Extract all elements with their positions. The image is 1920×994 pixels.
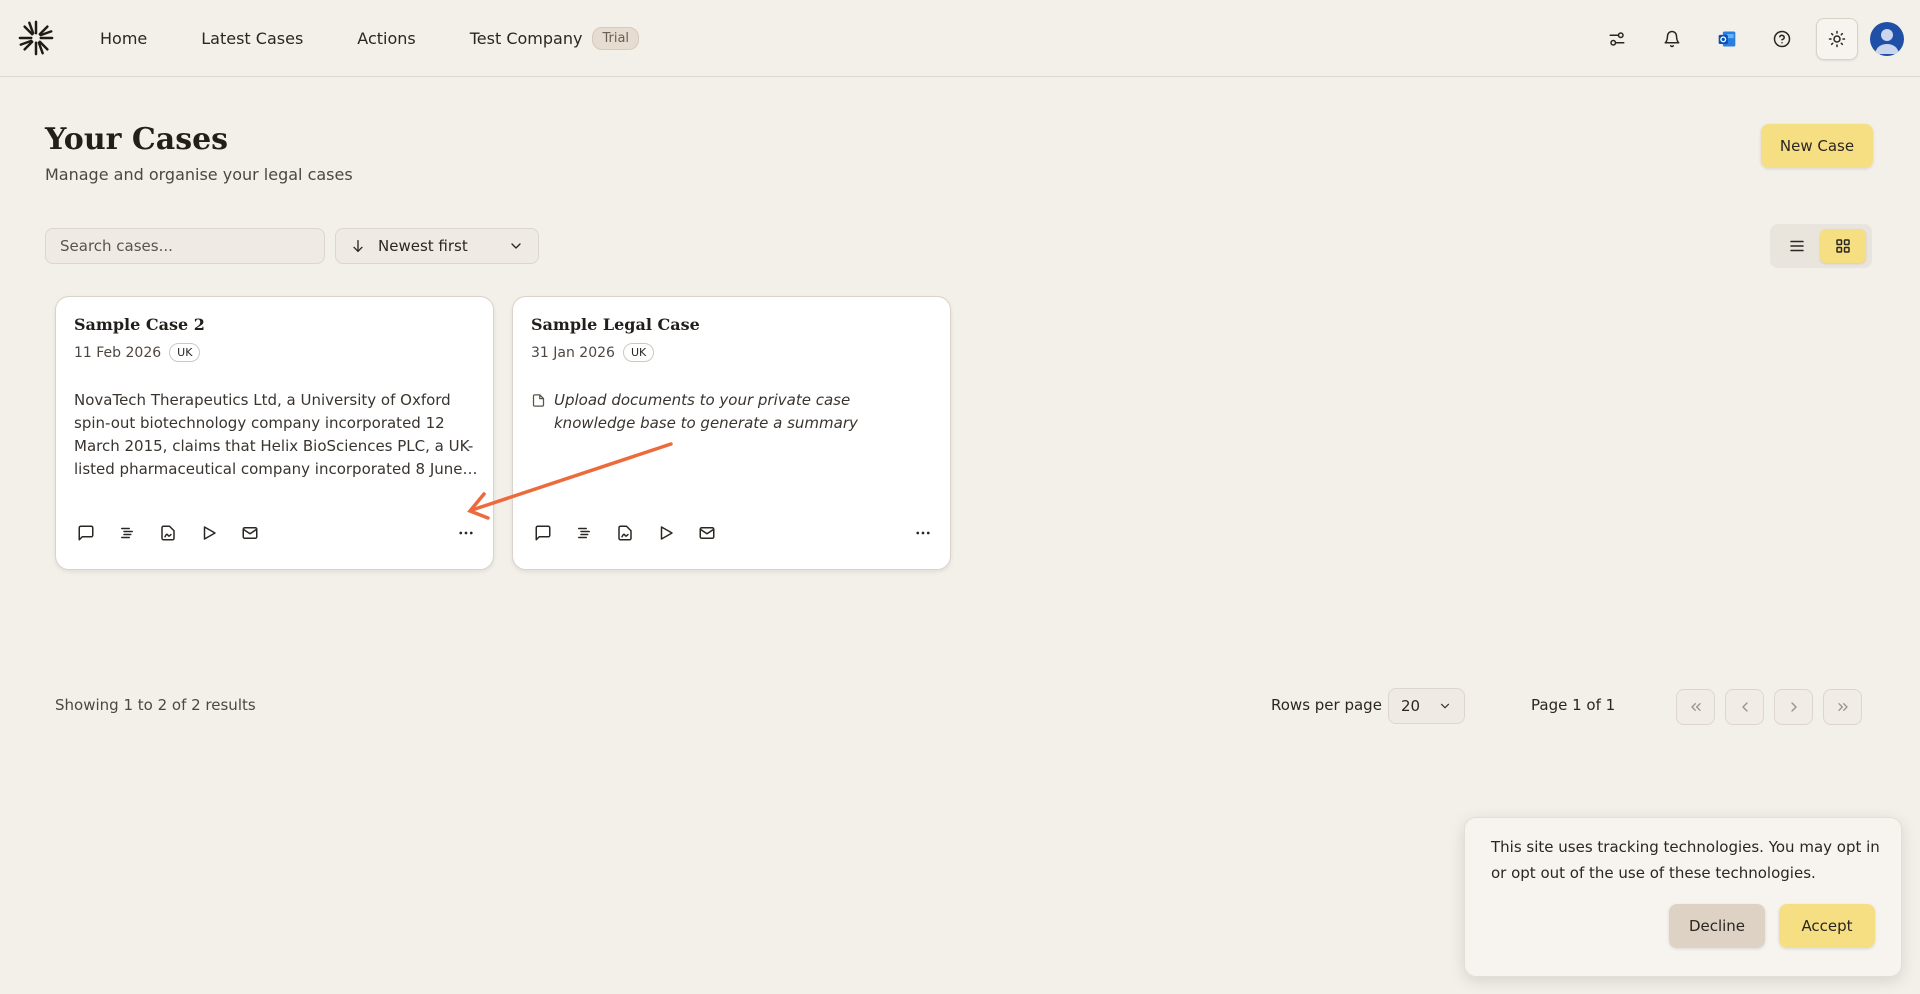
top-navigation: Home Latest Cases Actions Test Company T… (0, 0, 1920, 77)
header-icons (1583, 0, 1920, 77)
outline-button[interactable] (115, 521, 139, 545)
rows-per-page-select[interactable]: 20 (1388, 688, 1465, 724)
list-icon (1790, 240, 1804, 252)
sign-document-button[interactable] (156, 521, 180, 545)
nav-home[interactable]: Home (100, 29, 147, 48)
nav-company[interactable]: Test Company Trial (469, 27, 640, 50)
case-date: 11 Feb 2026 (74, 344, 162, 361)
nav-actions[interactable]: Actions (357, 29, 415, 48)
help-icon (1773, 30, 1791, 47)
logo-icon[interactable] (17, 19, 55, 57)
page-subtitle: Manage and organise your legal cases (45, 165, 353, 184)
mail-icon (699, 527, 715, 539)
play-icon (203, 526, 216, 540)
more-horizontal-icon (459, 531, 473, 535)
grid-view-button[interactable] (1820, 229, 1866, 263)
trial-badge: Trial (592, 27, 640, 50)
chevrons-right-icon (1837, 703, 1848, 711)
file-signature-icon (161, 525, 175, 541)
play-button[interactable] (654, 521, 678, 545)
notifications-button[interactable] (1651, 18, 1693, 60)
file-signature-icon (618, 525, 632, 541)
play-icon (660, 526, 673, 540)
chat-button[interactable] (74, 521, 98, 545)
previous-page-button[interactable] (1725, 689, 1764, 725)
message-square-icon (535, 525, 551, 541)
chevron-left-icon (1741, 702, 1748, 712)
accept-button[interactable]: Accept (1779, 904, 1875, 948)
user-icon (1875, 28, 1899, 54)
sort-label: Newest first (378, 237, 468, 255)
last-page-button[interactable] (1823, 689, 1862, 725)
more-options-button[interactable] (911, 521, 935, 545)
sliders-icon (1609, 31, 1625, 46)
page-info: Page 1 of 1 (1531, 696, 1616, 714)
filter-settings-button[interactable] (1596, 18, 1638, 60)
user-avatar[interactable] (1870, 21, 1904, 56)
next-page-button[interactable] (1774, 689, 1813, 725)
more-horizontal-icon (916, 531, 930, 535)
case-card[interactable]: Sample Case 2 11 Feb 2026 UK NovaTech Th… (55, 296, 494, 570)
case-card[interactable]: Sample Legal Case 31 Jan 2026 UK Upload … (512, 296, 951, 570)
file-icon (532, 394, 545, 407)
play-button[interactable] (197, 521, 221, 545)
results-summary: Showing 1 to 2 of 2 results (55, 696, 256, 714)
chevron-down-icon (1440, 703, 1450, 709)
view-toggle (1770, 224, 1872, 268)
case-description: NovaTech Therapeutics Ltd, a University … (74, 391, 474, 478)
region-badge: UK (169, 343, 201, 362)
nav-latest-cases[interactable]: Latest Cases (201, 29, 303, 48)
chevron-down-icon (511, 243, 521, 249)
theme-toggle-button[interactable] (1816, 17, 1858, 60)
new-case-button[interactable]: New Case (1761, 124, 1873, 168)
help-button[interactable] (1761, 18, 1803, 60)
email-button[interactable] (695, 521, 719, 545)
cookie-text: This site uses tracking technologies. Yo… (1491, 838, 1880, 882)
main-nav: Home Latest Cases Actions Test Company T… (100, 0, 693, 77)
sort-select[interactable]: Newest first (335, 228, 539, 264)
page-title: Your Cases (45, 122, 229, 157)
company-name: Test Company (469, 29, 583, 48)
cookie-banner: This site uses tracking technologies. Yo… (1464, 817, 1902, 977)
list-view-button[interactable] (1774, 229, 1820, 263)
chat-button[interactable] (531, 521, 555, 545)
first-page-button[interactable] (1676, 689, 1715, 725)
sun-icon (1828, 30, 1846, 47)
rows-per-page-label: Rows per page (1271, 696, 1382, 714)
case-meta: 11 Feb 2026 UK (74, 343, 201, 362)
decline-button[interactable]: Decline (1669, 904, 1765, 948)
region-badge: UK (622, 343, 655, 362)
more-options-button[interactable] (454, 521, 478, 545)
pager (1676, 689, 1862, 725)
outlook-icon (1718, 31, 1736, 46)
case-date: 31 Jan 2026 (531, 344, 615, 361)
case-meta: 31 Jan 2026 UK (531, 343, 655, 362)
arrow-down-icon (353, 240, 363, 252)
chevrons-left-icon (1690, 703, 1701, 711)
outlook-button[interactable] (1706, 18, 1748, 60)
bell-icon (1664, 30, 1680, 47)
sign-document-button[interactable] (613, 521, 637, 545)
text-outline-icon (121, 527, 133, 539)
mail-icon (242, 527, 258, 539)
text-outline-icon (578, 527, 590, 539)
rows-per-page-value: 20 (1401, 697, 1421, 715)
case-title: Sample Case 2 (74, 315, 205, 334)
empty-summary: Upload documents to your private case kn… (531, 389, 935, 435)
outline-button[interactable] (572, 521, 596, 545)
case-actions (74, 521, 478, 545)
message-square-icon (78, 525, 94, 541)
email-button[interactable] (238, 521, 262, 545)
case-title: Sample Legal Case (531, 315, 700, 334)
search-input[interactable] (45, 228, 325, 264)
grid-icon (1836, 239, 1850, 253)
empty-summary-text: Upload documents to your private case kn… (554, 391, 858, 432)
chevron-right-icon (1790, 702, 1797, 712)
case-actions (531, 521, 935, 545)
